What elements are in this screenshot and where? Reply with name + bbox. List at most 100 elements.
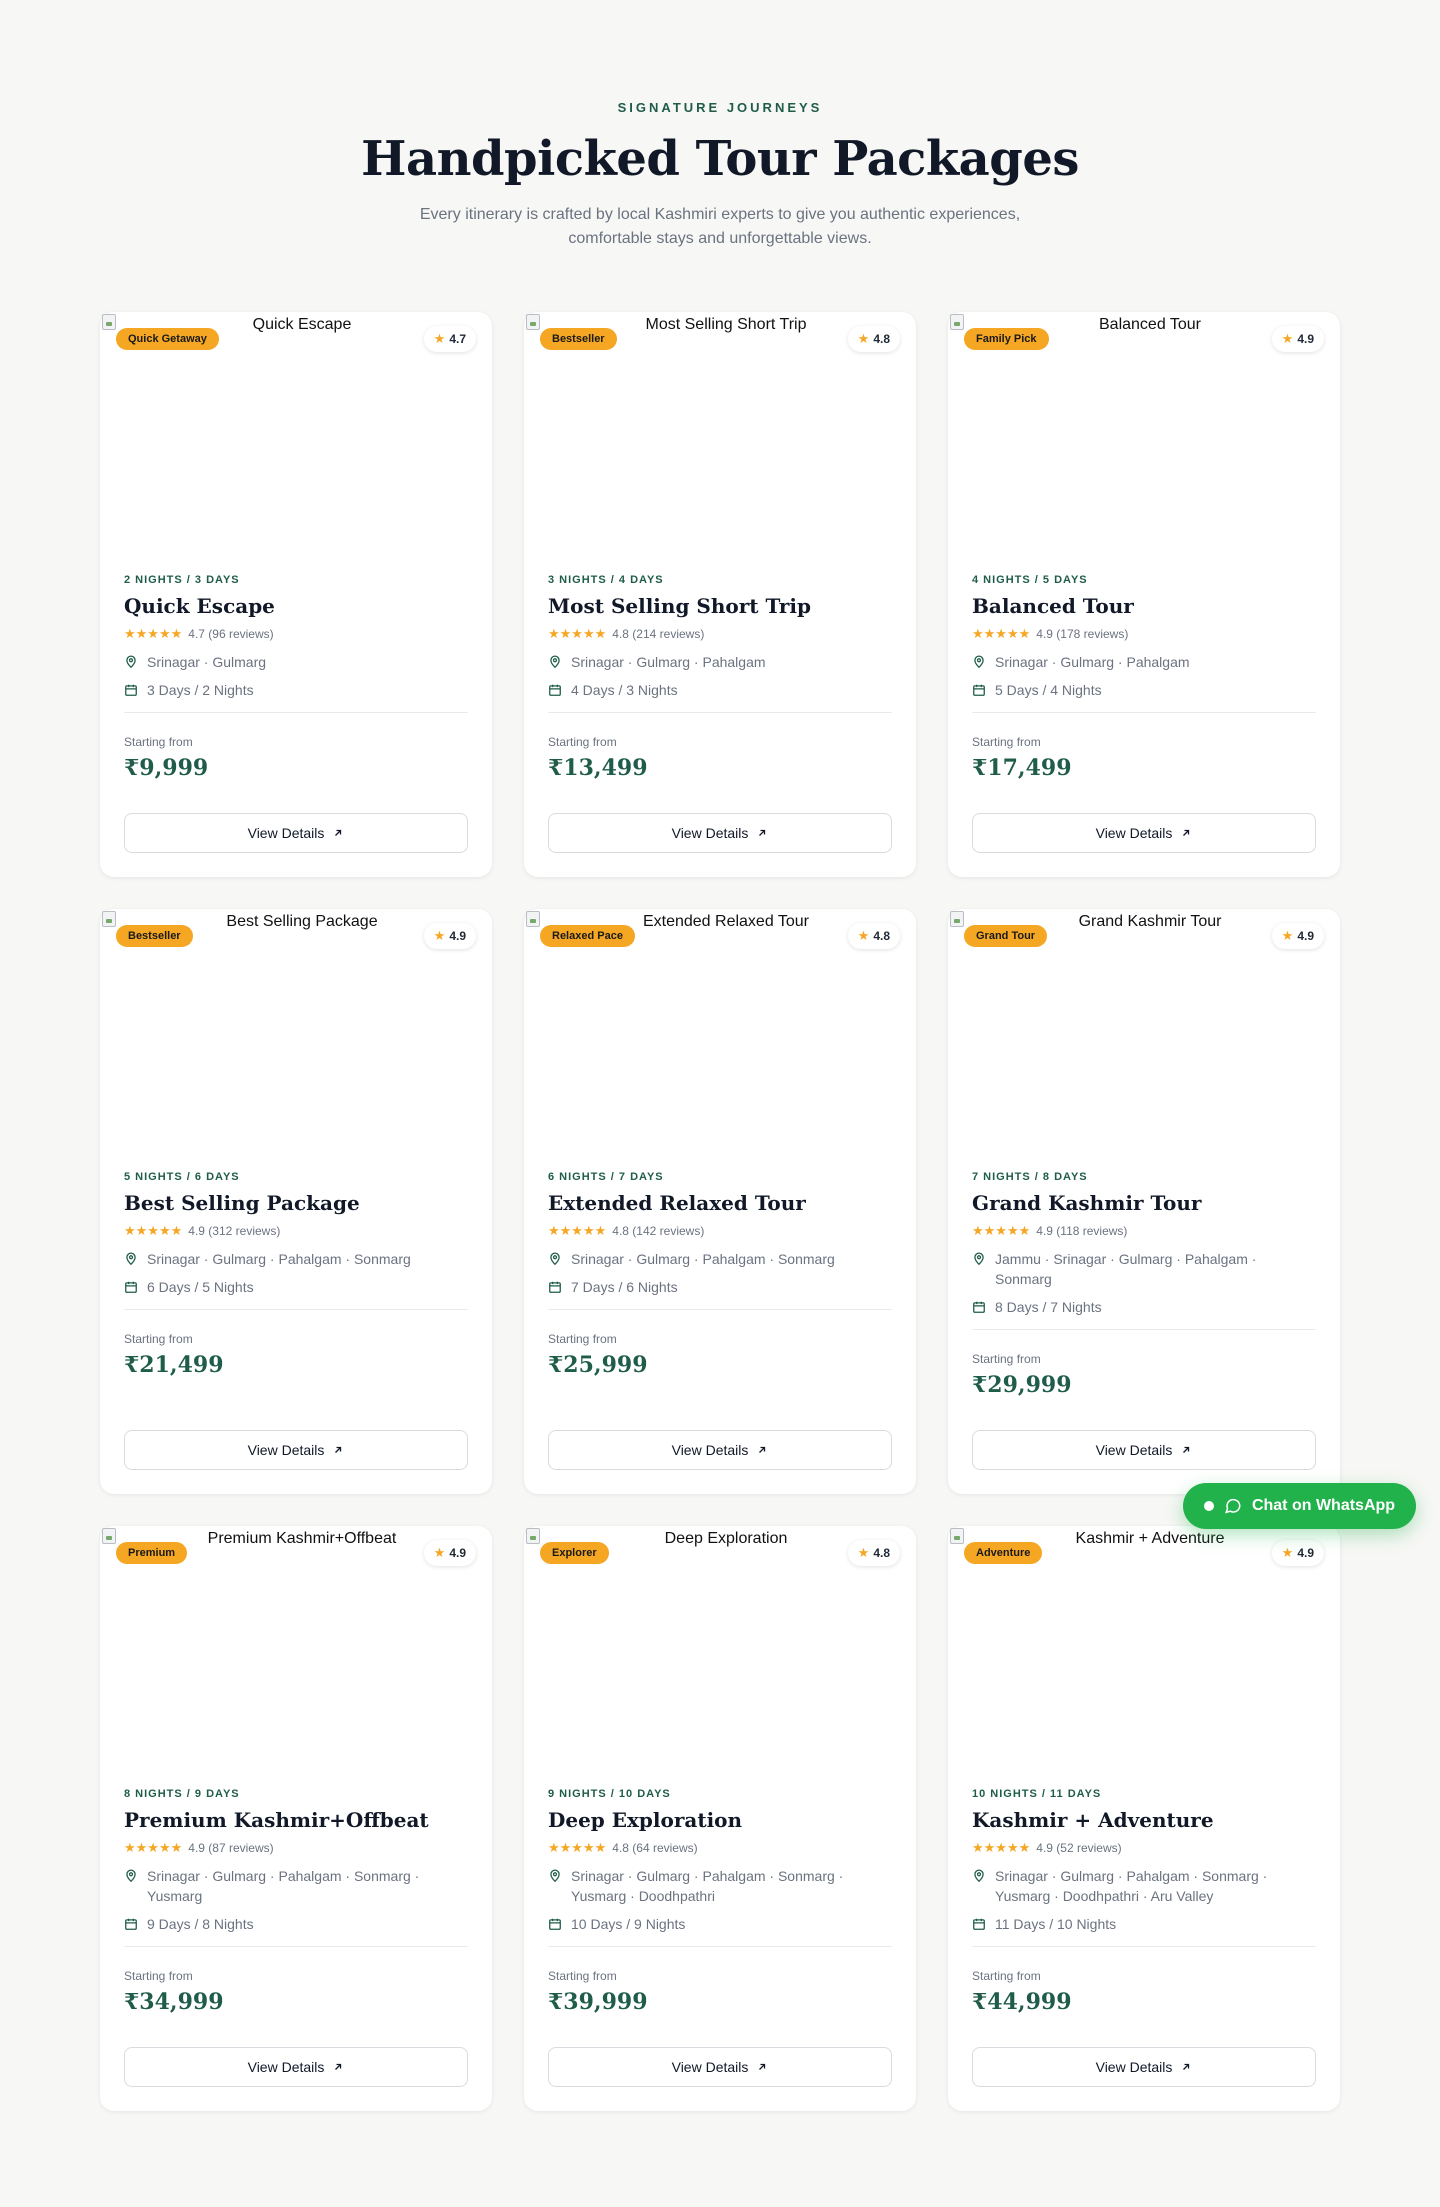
stay-text: 5 Days / 4 Nights (995, 682, 1102, 698)
rating-value: 4.8 (873, 332, 890, 346)
stars-icon: ★★★★★ (548, 1223, 607, 1238)
card-body: 8 NIGHTS / 9 DAYS Premium Kashmir+Offbea… (100, 1788, 492, 2111)
package-image[interactable]: Extended Relaxed Tour Relaxed Pace ★ 4.8 (524, 909, 916, 1171)
card-divider (124, 1309, 468, 1310)
package-image[interactable]: Premium Kashmir+Offbeat Premium ★ 4.9 (100, 1526, 492, 1788)
package-duration: 8 NIGHTS / 9 DAYS (124, 1788, 240, 1800)
package-image[interactable]: Grand Kashmir Tour Grand Tour ★ 4.9 (948, 909, 1340, 1171)
route-text: Srinagar · Gulmarg · Pahalgam · Sonmarg … (571, 1868, 844, 1904)
package-price: ₹39,999 (548, 1989, 648, 2015)
review-summary: ★★★★★ 4.7 (96 reviews) (124, 626, 468, 642)
view-details-button[interactable]: View Details (972, 813, 1316, 853)
route-row: Srinagar · Gulmarg (124, 652, 468, 672)
starting-from-label: Starting from (124, 1332, 193, 1346)
package-name[interactable]: Premium Kashmir+Offbeat (124, 1808, 468, 1832)
package-badge: Quick Getaway (116, 328, 219, 350)
review-summary: ★★★★★ 4.8 (142 reviews) (548, 1223, 892, 1239)
route-text: Srinagar · Gulmarg · Pahalgam · Sonmarg … (147, 1868, 420, 1904)
rating-value: 4.7 (449, 332, 466, 346)
arrow-up-right-icon (1183, 2063, 1190, 2070)
package-image[interactable]: Best Selling Package Bestseller ★ 4.9 (100, 909, 492, 1171)
rating-pill: ★ 4.8 (847, 326, 900, 352)
view-details-button[interactable]: View Details (972, 2047, 1316, 2087)
view-details-label: View Details (1095, 825, 1173, 841)
view-details-button[interactable]: View Details (972, 1430, 1316, 1470)
package-card: Most Selling Short Trip Bestseller ★ 4.8… (524, 312, 916, 877)
view-details-button[interactable]: View Details (548, 1430, 892, 1470)
stay-text: 11 Days / 10 Nights (995, 1916, 1117, 1932)
chat-bubble-icon (1225, 1498, 1241, 1514)
package-image[interactable]: Kashmir + Adventure Adventure ★ 4.9 (948, 1526, 1340, 1788)
package-name[interactable]: Deep Exploration (548, 1808, 892, 1832)
package-name[interactable]: Quick Escape (124, 594, 468, 618)
route-text: Srinagar · Gulmarg · Pahalgam · Sonmarg (147, 1251, 411, 1267)
calendar-icon (549, 684, 561, 696)
star-icon: ★ (1281, 331, 1294, 346)
stars-icon: ★★★★★ (972, 1840, 1031, 1855)
card-body: 2 NIGHTS / 3 DAYS Quick Escape ★★★★★ 4.7… (100, 574, 492, 877)
package-image[interactable]: Balanced Tour Family Pick ★ 4.9 (948, 312, 1340, 574)
package-price: ₹9,999 (124, 755, 209, 781)
view-details-button[interactable]: View Details (548, 813, 892, 853)
route-row: Srinagar · Gulmarg · Pahalgam (972, 652, 1316, 672)
stars-icon: ★★★★★ (548, 626, 607, 641)
package-price: ₹13,499 (548, 755, 648, 781)
stay-row: 9 Days / 8 Nights (124, 1914, 468, 1934)
card-divider (972, 1329, 1316, 1330)
rating-pill: ★ 4.9 (1271, 1540, 1324, 1566)
package-badge: Relaxed Pace (540, 925, 635, 947)
route-row: Srinagar · Gulmarg · Pahalgam · Sonmarg … (124, 1866, 468, 1906)
package-badge: Grand Tour (964, 925, 1048, 947)
package-card: Kashmir + Adventure Adventure ★ 4.9 10 N… (948, 1526, 1340, 2111)
starting-from-label: Starting from (548, 735, 617, 749)
view-details-button[interactable]: View Details (124, 813, 468, 853)
package-name[interactable]: Extended Relaxed Tour (548, 1191, 892, 1215)
package-name[interactable]: Kashmir + Adventure (972, 1808, 1316, 1832)
starting-from-label: Starting from (548, 1332, 617, 1346)
review-summary: ★★★★★ 4.9 (118 reviews) (972, 1223, 1316, 1239)
package-price: ₹21,499 (124, 1352, 224, 1378)
route-row: Jammu · Srinagar · Gulmarg · Pahalgam · … (972, 1249, 1316, 1289)
route-text: Srinagar · Gulmarg · Pahalgam (571, 654, 766, 670)
package-name[interactable]: Most Selling Short Trip (548, 594, 892, 618)
stay-row: 10 Days / 9 Nights (548, 1914, 892, 1934)
route-row: Srinagar · Gulmarg · Pahalgam · Sonmarg … (548, 1866, 892, 1906)
route-text: Srinagar · Gulmarg · Pahalgam · Sonmarg … (995, 1868, 1268, 1904)
review-count: 4.9 (87 reviews) (188, 1841, 274, 1855)
view-details-label: View Details (1095, 2059, 1173, 2075)
package-badge: Adventure (964, 1542, 1043, 1564)
package-badge: Explorer (540, 1542, 609, 1564)
view-details-label: View Details (671, 2059, 749, 2075)
calendar-icon (549, 1281, 561, 1293)
map-pin-icon (126, 655, 136, 669)
route-text: Srinagar · Gulmarg (147, 654, 267, 670)
view-details-button[interactable]: View Details (548, 2047, 892, 2087)
route-text: Jammu · Srinagar · Gulmarg · Pahalgam · … (995, 1251, 1257, 1287)
review-count: 4.7 (96 reviews) (188, 627, 274, 641)
package-image[interactable]: Most Selling Short Trip Bestseller ★ 4.8 (524, 312, 916, 574)
starting-from-label: Starting from (972, 1352, 1041, 1366)
package-name[interactable]: Grand Kashmir Tour (972, 1191, 1316, 1215)
calendar-icon (973, 1918, 985, 1930)
starting-from-label: Starting from (124, 735, 193, 749)
route-row: Srinagar · Gulmarg · Pahalgam · Sonmarg … (972, 1866, 1316, 1906)
package-name[interactable]: Balanced Tour (972, 594, 1316, 618)
card-body: 9 NIGHTS / 10 DAYS Deep Exploration ★★★★… (524, 1788, 916, 2111)
package-card: Extended Relaxed Tour Relaxed Pace ★ 4.8… (524, 909, 916, 1494)
stay-text: 9 Days / 8 Nights (147, 1916, 254, 1932)
star-icon: ★ (433, 331, 446, 346)
package-duration: 6 NIGHTS / 7 DAYS (548, 1171, 664, 1183)
review-summary: ★★★★★ 4.9 (52 reviews) (972, 1840, 1316, 1856)
whatsapp-chat-button[interactable]: Chat on WhatsApp (1183, 1483, 1416, 1529)
stay-text: 4 Days / 3 Nights (571, 682, 678, 698)
package-image[interactable]: Deep Exploration Explorer ★ 4.8 (524, 1526, 916, 1788)
review-count: 4.9 (312 reviews) (188, 1224, 281, 1238)
card-divider (548, 712, 892, 713)
view-details-button[interactable]: View Details (124, 1430, 468, 1470)
view-details-button[interactable]: View Details (124, 2047, 468, 2087)
package-image[interactable]: Quick Escape Quick Getaway ★ 4.7 (100, 312, 492, 574)
stay-row: 6 Days / 5 Nights (124, 1277, 468, 1297)
package-name[interactable]: Best Selling Package (124, 1191, 468, 1215)
arrow-up-right-icon (1183, 1446, 1190, 1453)
stars-icon: ★★★★★ (124, 1840, 183, 1855)
